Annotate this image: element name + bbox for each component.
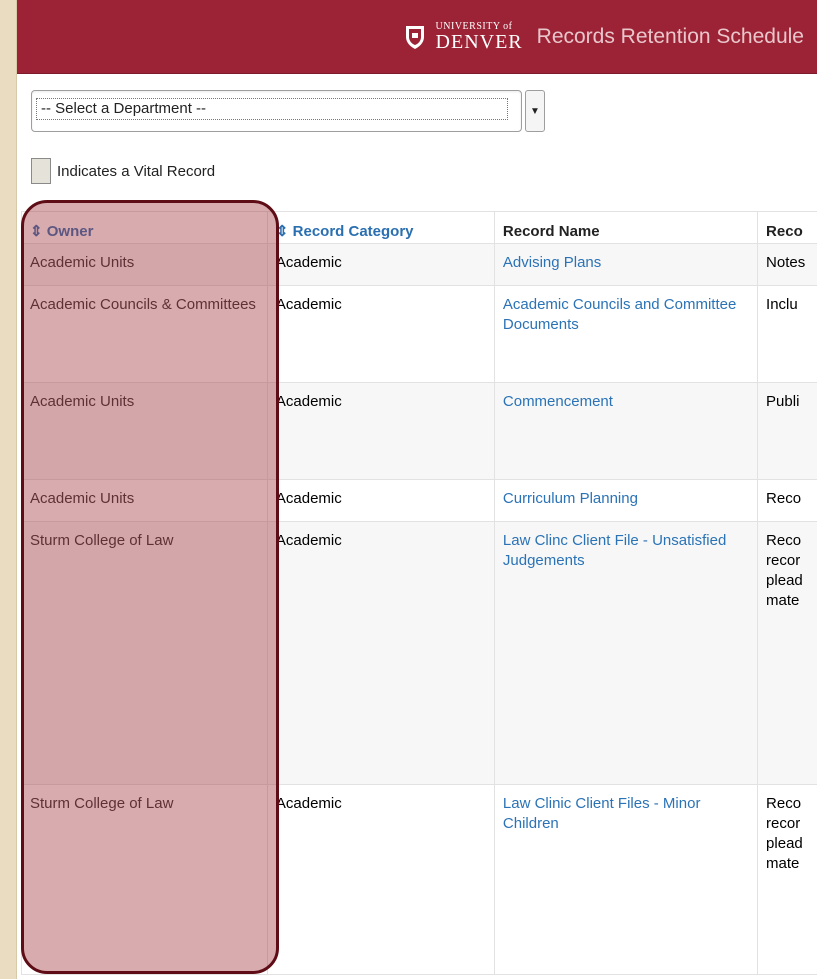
- university-logo[interactable]: UNIVERSITY of DENVER: [435, 20, 523, 53]
- owner-cell: Academic Units: [21, 243, 268, 286]
- logo-big-text: DENVER: [435, 30, 523, 53]
- select-arrow-icon[interactable]: ▼: [525, 90, 545, 132]
- column-header-label: Record Name: [502, 223, 600, 240]
- sort-icon: ⇕: [275, 223, 289, 240]
- record-name-link[interactable]: Law Clinic Client Files - Minor Children: [493, 784, 759, 975]
- description-cell: Reco: [757, 479, 817, 522]
- site-title[interactable]: Records Retention Schedule: [537, 25, 804, 49]
- logo-small-text: UNIVERSITY of: [435, 20, 513, 32]
- category-cell: Academic: [266, 382, 495, 480]
- record-name-link[interactable]: Curriculum Planning: [493, 479, 759, 522]
- site-header: UNIVERSITY of DENVER Records Retention S…: [17, 0, 817, 74]
- vital-record-legend-text: Indicates a Vital Record: [57, 162, 216, 180]
- owner-cell: Academic Units: [21, 382, 268, 480]
- description-cell: Reco recor plead mate: [757, 521, 817, 785]
- owner-cell: Academic Councils & Committees: [21, 285, 268, 383]
- column-header-label: Reco: [766, 223, 803, 240]
- table-header-row: ⇕ Owner ⇕ Record Category Record Name Re…: [21, 211, 817, 244]
- column-header-description: Reco: [757, 211, 817, 244]
- records-table: ⇕ Owner ⇕ Record Category Record Name Re…: [21, 211, 817, 975]
- record-name-link[interactable]: Law Clinc Client File - Unsatisfied Judg…: [493, 521, 759, 785]
- vital-record-swatch: [31, 158, 51, 184]
- category-cell: Academic: [266, 285, 495, 383]
- owner-cell: Sturm College of Law: [21, 784, 268, 975]
- description-cell: Reco recor plead mate: [757, 784, 817, 975]
- record-name-link[interactable]: Commencement: [493, 382, 759, 480]
- description-cell: Notes: [757, 243, 817, 286]
- record-name-link[interactable]: Academic Councils and Committee Document…: [493, 285, 759, 383]
- column-header-owner[interactable]: ⇕ Owner: [21, 211, 268, 244]
- university-shield-icon: [405, 25, 424, 49]
- category-cell: Academic: [266, 521, 495, 785]
- description-cell: Inclu: [757, 285, 817, 383]
- table-row: Academic Units Academic Commencement Pub…: [21, 382, 817, 480]
- table-row: Sturm College of Law Academic Law Clinic…: [21, 784, 817, 975]
- category-cell: Academic: [266, 784, 495, 975]
- department-select-value[interactable]: -- Select a Department --: [36, 98, 508, 120]
- table-row: Academic Units Academic Curriculum Plann…: [21, 479, 817, 522]
- sort-icon: ⇕: [30, 223, 43, 240]
- browser-page: UNIVERSITY of DENVER Records Retention S…: [16, 0, 817, 979]
- column-header-record-category[interactable]: ⇕ Record Category: [266, 211, 495, 244]
- table-row: Sturm College of Law Academic Law Clinc …: [21, 521, 817, 785]
- description-cell: Publi: [757, 382, 817, 480]
- category-cell: Academic: [266, 243, 495, 286]
- table-row: Academic Councils & Committees Academic …: [21, 285, 817, 383]
- department-select[interactable]: -- Select a Department --: [31, 90, 522, 132]
- category-cell: Academic: [266, 479, 495, 522]
- table-row: Academic Units Academic Advising Plans N…: [21, 243, 817, 286]
- column-header-label: Owner: [46, 223, 94, 240]
- column-header-record-name: Record Name: [493, 211, 759, 244]
- owner-cell: Academic Units: [21, 479, 268, 522]
- record-name-link[interactable]: Advising Plans: [493, 243, 759, 286]
- owner-cell: Sturm College of Law: [21, 521, 268, 785]
- column-header-label: Record Category: [292, 223, 414, 240]
- vital-record-legend: Indicates a Vital Record: [31, 158, 215, 184]
